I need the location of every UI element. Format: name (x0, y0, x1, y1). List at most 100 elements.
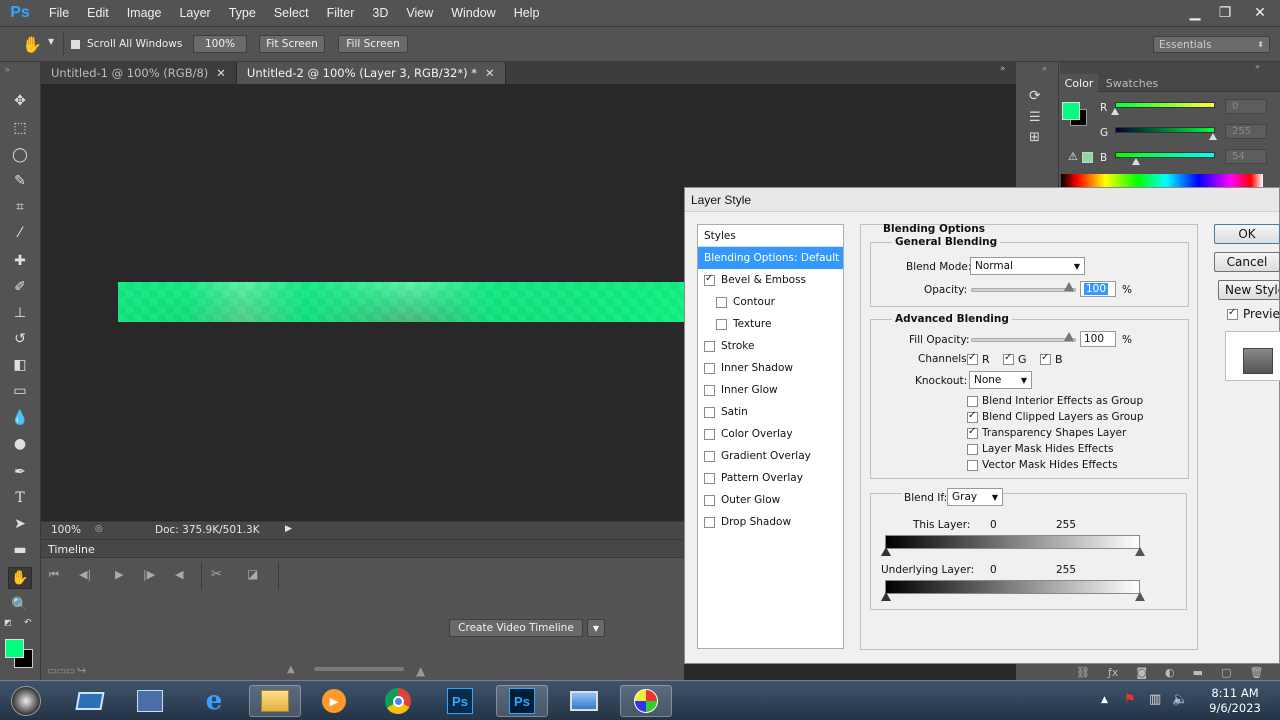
preview-toggle[interactable]: Preview (1227, 307, 1280, 321)
color-slider-g[interactable] (1115, 127, 1215, 133)
style-item-inner-shadow[interactable]: Inner Shadow (698, 357, 843, 379)
scroll-all-windows[interactable]: Scroll All Windows (70, 38, 182, 50)
channel-r[interactable]: R (967, 352, 990, 366)
timeline-zoom-slider[interactable] (314, 667, 404, 671)
blend-mode-select[interactable]: Normal ▼ (970, 257, 1085, 275)
option-checkbox[interactable] (967, 459, 978, 471)
zoom-out-icon[interactable]: ▲ (287, 664, 295, 675)
menu-filter[interactable]: Filter (318, 6, 364, 20)
option-checkbox[interactable] (967, 410, 978, 423)
render-icon[interactable]: ▭▭▭ (47, 666, 75, 677)
close-tab-icon[interactable]: ✕ (485, 66, 495, 80)
fill-opacity-slider-thumb[interactable] (1064, 332, 1074, 341)
zoom-tool-icon[interactable]: 🔍 (8, 594, 32, 616)
style-item-inner-glow[interactable]: Inner Glow (698, 379, 843, 401)
channel-g[interactable]: G (1003, 352, 1027, 366)
next-frame-icon[interactable]: |▶ (143, 568, 155, 581)
color-slider-thumb-r[interactable] (1111, 108, 1119, 115)
lasso-tool-icon[interactable]: ◯ (8, 144, 32, 166)
blur-tool-icon[interactable]: 💧 (8, 407, 32, 429)
gamut-color-swatch[interactable] (1082, 152, 1093, 163)
style-checkbox[interactable] (716, 296, 727, 308)
taskbar-app-keyboard-icon[interactable] (124, 685, 176, 717)
gradient-tool-icon[interactable]: ▭ (8, 380, 32, 402)
style-item-outer-glow[interactable]: Outer Glow (698, 489, 843, 511)
style-checkbox[interactable] (704, 494, 715, 506)
option-layer-mask-hides-effects[interactable]: Layer Mask Hides Effects (967, 443, 1113, 455)
menu-image[interactable]: Image (118, 6, 171, 20)
style-checkbox[interactable] (704, 362, 715, 374)
option-blend-interior-effects-as-group[interactable]: Blend Interior Effects as Group (967, 395, 1143, 407)
properties-panel-icon[interactable]: ☰ (1029, 110, 1041, 125)
split-icon[interactable]: ✂ (211, 567, 222, 582)
marquee-tool-icon[interactable]: ⬚ (8, 117, 32, 139)
underlying-black-slider[interactable] (881, 592, 891, 601)
option-transparency-shapes-layer[interactable]: Transparency Shapes Layer (967, 426, 1126, 439)
tray-volume-icon[interactable]: 🔈 (1172, 692, 1188, 707)
style-checkbox[interactable] (704, 273, 715, 286)
opacity-input[interactable]: 100 (1080, 281, 1116, 297)
start-button[interactable] (4, 685, 48, 717)
dodge-tool-icon[interactable]: ● (8, 433, 32, 455)
collapse-dock-icon[interactable]: « (1042, 64, 1047, 73)
file-explorer-icon[interactable] (249, 685, 301, 717)
style-item-stroke[interactable]: Stroke (698, 335, 843, 357)
menu-3d[interactable]: 3D (363, 6, 397, 20)
first-frame-icon[interactable]: ⏮ (49, 568, 59, 582)
hand-tool-icon[interactable]: ✋ (22, 35, 42, 54)
eyedropper-tool-icon[interactable]: ⁄ (8, 222, 32, 244)
adjustment-layer-icon[interactable]: ◐ (1165, 666, 1175, 679)
link-layers-icon[interactable]: ⛓ (1076, 666, 1090, 679)
crop-tool-icon[interactable]: ⌗ (8, 196, 32, 218)
option-checkbox[interactable] (967, 443, 978, 455)
color-slider-thumb-b[interactable] (1131, 158, 1140, 165)
underlying-white-slider[interactable] (1135, 592, 1145, 601)
style-checkbox[interactable] (704, 516, 715, 528)
pen-tool-icon[interactable]: ✒ (8, 461, 32, 483)
ok-button[interactable]: OK (1214, 224, 1280, 244)
menu-file[interactable]: File (40, 6, 78, 20)
style-checkbox[interactable] (704, 406, 715, 418)
new-layer-icon[interactable]: ▢ (1221, 666, 1231, 679)
style-item-contour[interactable]: Contour (698, 291, 843, 313)
info-panel-icon[interactable]: ⊞ (1029, 130, 1040, 145)
history-panel-icon[interactable]: ⟳ (1029, 88, 1041, 104)
knockout-select[interactable]: None ▼ (969, 371, 1032, 389)
paint-icon[interactable] (620, 685, 672, 717)
zoom-100-button[interactable]: 100% (193, 35, 247, 53)
play-icon[interactable]: ▶ (115, 568, 123, 581)
status-info-icon[interactable]: ◎ (95, 524, 103, 534)
this-layer-white-slider[interactable] (1135, 547, 1145, 556)
style-checkbox[interactable] (716, 318, 727, 330)
fit-screen-button[interactable]: Fit Screen (259, 35, 325, 53)
style-item-bevel-emboss[interactable]: Bevel & Emboss (698, 269, 843, 291)
restore-icon[interactable]: ❐ (1210, 5, 1240, 21)
tool-preset-chevron-icon[interactable]: ▼ (48, 37, 54, 46)
timeline-dropdown-icon[interactable]: ▼ (587, 619, 605, 637)
eraser-tool-icon[interactable]: ◧ (8, 354, 32, 376)
close-tab-icon[interactable]: ✕ (216, 66, 226, 80)
fill-opacity-input[interactable]: 100 (1080, 331, 1116, 347)
preview-checkbox[interactable] (1227, 307, 1238, 320)
menu-help[interactable]: Help (505, 6, 549, 20)
photoshop-active-taskbar-icon[interactable]: Ps (496, 685, 548, 717)
color-slider-thumb-g[interactable] (1209, 133, 1217, 140)
tab-color[interactable]: Color (1060, 74, 1098, 92)
tray-clock[interactable]: 8:11 AM 9/6/2023 (1200, 686, 1270, 716)
new-group-icon[interactable]: ▬ (1193, 666, 1203, 679)
cancel-button[interactable]: Cancel (1214, 252, 1280, 272)
status-menu-arrow-icon[interactable]: ▶ (285, 524, 292, 534)
menu-select[interactable]: Select (265, 6, 318, 20)
new-style-button[interactable]: New Style... (1218, 280, 1280, 300)
out-of-gamut-warning-icon[interactable]: ⚠ (1068, 150, 1078, 163)
option-vector-mask-hides-effects[interactable]: Vector Mask Hides Effects (967, 459, 1118, 471)
menu-layer[interactable]: Layer (170, 6, 219, 20)
color-slider-b[interactable] (1115, 152, 1215, 158)
channel-b[interactable]: B (1040, 352, 1063, 366)
menu-edit[interactable]: Edit (78, 6, 118, 20)
style-item-gradient-overlay[interactable]: Gradient Overlay (698, 445, 843, 467)
style-item-texture[interactable]: Texture (698, 313, 843, 335)
hand-tool-icon[interactable]: ✋ (8, 567, 32, 589)
channel-r-checkbox[interactable] (967, 352, 978, 365)
style-item-satin[interactable]: Satin (698, 401, 843, 423)
